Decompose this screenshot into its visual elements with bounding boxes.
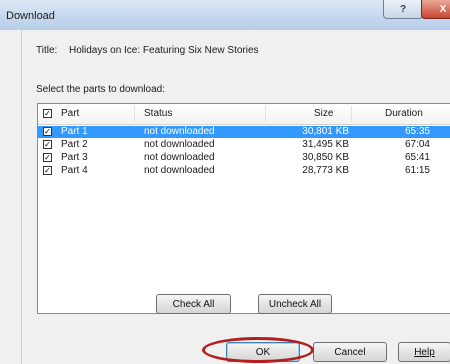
checkmark-icon: ✓ — [44, 109, 51, 118]
row-checkbox[interactable]: ✓ — [43, 153, 52, 162]
row-checkbox[interactable]: ✓ — [43, 166, 52, 175]
column-divider[interactable] — [351, 106, 352, 122]
status-cell: not downloaded — [144, 152, 215, 163]
title-value: Holidays on Ice: Featuring Six New Stori… — [69, 45, 259, 56]
table-row[interactable]: ✓ Part 4 not downloaded 28,773 KB 61:15 — [38, 165, 450, 177]
column-header-part[interactable]: Part — [61, 108, 79, 119]
duration-cell: 67:04 — [404, 139, 430, 150]
help-button[interactable]: Help — [398, 342, 450, 362]
title-bar[interactable]: Download ? X — [0, 0, 450, 30]
duration-cell: 65:35 — [404, 126, 430, 137]
row-checkbox[interactable]: ✓ — [43, 127, 52, 136]
part-cell: Part 4 — [61, 165, 88, 176]
column-divider[interactable] — [134, 106, 135, 122]
ok-button[interactable]: OK — [226, 342, 300, 362]
uncheck-all-button[interactable]: Uncheck All — [258, 294, 332, 314]
row-checkbox[interactable]: ✓ — [43, 140, 52, 149]
column-header-duration[interactable]: Duration — [385, 108, 423, 119]
duration-cell: 61:15 — [404, 165, 430, 176]
status-cell: not downloaded — [144, 139, 215, 150]
duration-cell: 65:41 — [404, 152, 430, 163]
table-row[interactable]: ✓ Part 3 not downloaded 30,850 KB 65:41 — [38, 152, 450, 164]
dialog-client-area: Title: Holidays on Ice: Featuring Six Ne… — [21, 30, 450, 364]
table-row[interactable]: ✓ Part 2 not downloaded 31,495 KB 67:04 — [38, 139, 450, 151]
parts-list[interactable]: ✓ Part Status Size Duration ✓ Part 1 not… — [37, 103, 450, 314]
question-icon: ? — [399, 3, 407, 15]
window-title: Download — [6, 10, 55, 22]
cancel-button[interactable]: Cancel — [313, 342, 387, 362]
select-parts-label: Select the parts to download: — [36, 84, 165, 95]
table-row[interactable]: ✓ Part 1 not downloaded 30,801 KB 65:35 — [38, 126, 450, 138]
close-button[interactable]: X — [421, 0, 450, 19]
status-cell: not downloaded — [144, 165, 215, 176]
close-icon: X — [439, 3, 447, 15]
column-divider[interactable] — [265, 106, 266, 122]
list-header: ✓ Part Status Size Duration — [38, 104, 450, 125]
help-button-label: Help — [414, 346, 435, 358]
size-cell: 30,850 KB — [302, 152, 349, 163]
checkmark-icon: ✓ — [44, 140, 51, 149]
header-checkbox[interactable]: ✓ — [43, 109, 52, 118]
checkmark-icon: ✓ — [44, 127, 51, 136]
check-all-button[interactable]: Check All — [156, 294, 231, 314]
part-cell: Part 2 — [61, 139, 88, 150]
help-caption-button[interactable]: ? — [383, 0, 423, 19]
part-cell: Part 3 — [61, 152, 88, 163]
size-cell: 28,773 KB — [302, 165, 349, 176]
column-header-status[interactable]: Status — [144, 108, 172, 119]
column-header-size[interactable]: Size — [314, 108, 333, 119]
checkmark-icon: ✓ — [44, 153, 51, 162]
checkmark-icon: ✓ — [44, 166, 51, 175]
size-cell: 31,495 KB — [302, 139, 349, 150]
part-cell: Part 1 — [61, 126, 88, 137]
title-label: Title: — [36, 45, 58, 56]
status-cell: not downloaded — [144, 126, 215, 137]
size-cell: 30,801 KB — [302, 126, 349, 137]
